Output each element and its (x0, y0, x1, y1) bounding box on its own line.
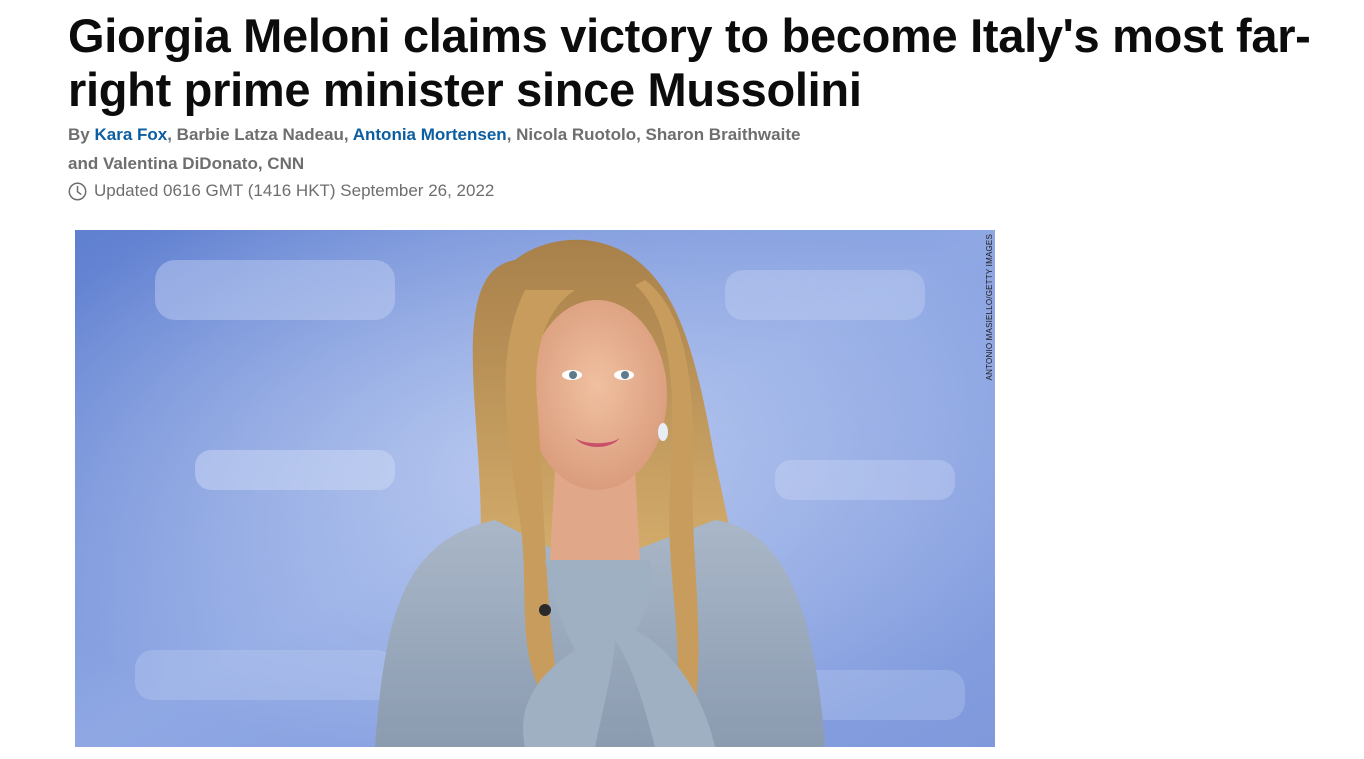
author-link-kara-fox[interactable]: Kara Fox (94, 125, 167, 144)
byline-separator: , (167, 125, 177, 144)
clock-icon (68, 182, 87, 201)
update-timestamp-text: Updated 0616 GMT (1416 HKT) September 26… (94, 181, 495, 200)
photo-of-giorgia-meloni (75, 230, 995, 747)
author-barbie-latza-nadeau: Barbie Latza Nadeau (176, 125, 344, 144)
byline-prefix: By (68, 125, 95, 144)
article-byline: By Kara Fox, Barbie Latza Nadeau, Antoni… (68, 120, 828, 178)
photo-credit: ANTONIO MASIELLO/GETTY IMAGES (985, 234, 994, 381)
byline-separator: , (343, 125, 353, 144)
article-hero-image[interactable]: ANTONIO MASIELLO/GETTY IMAGES (75, 230, 995, 747)
article-page: Giorgia Meloni claims victory to become … (0, 0, 1364, 759)
author-link-antonia-mortensen[interactable]: Antonia Mortensen (353, 125, 507, 144)
update-timestamp: Updated 0616 GMT (1416 HKT) September 26… (68, 179, 494, 203)
article-headline: Giorgia Meloni claims victory to become … (68, 9, 1311, 116)
